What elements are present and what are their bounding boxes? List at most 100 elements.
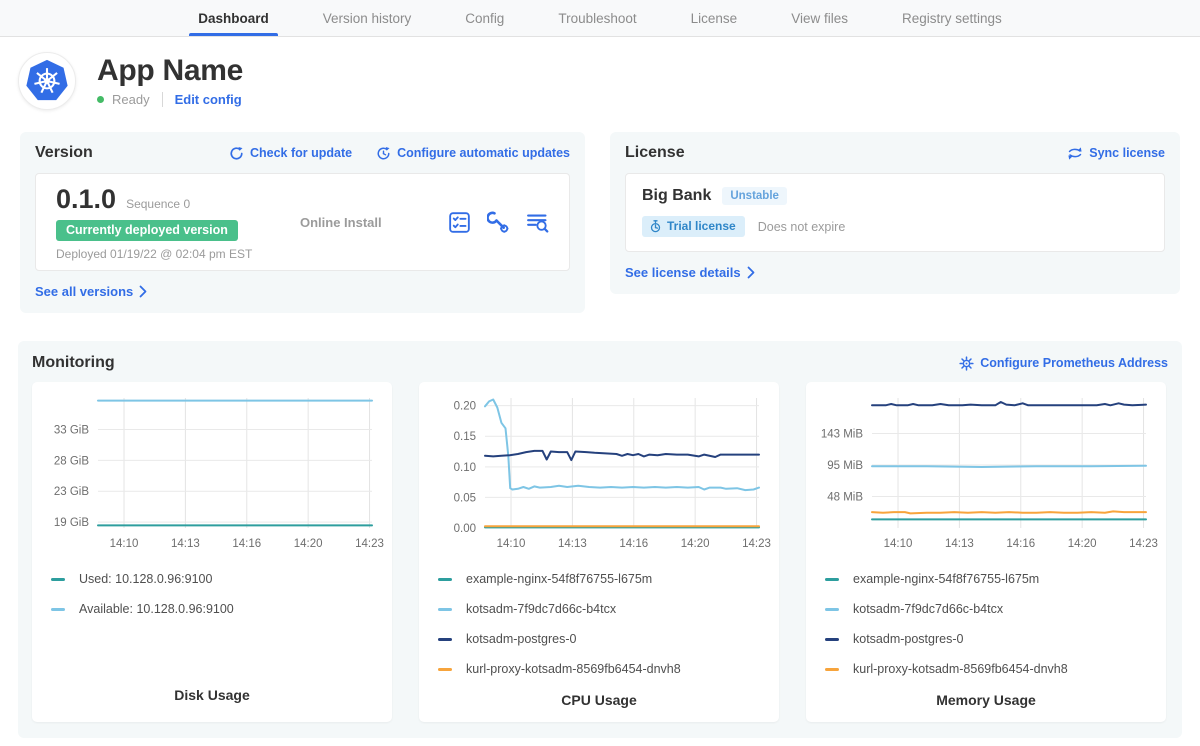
tab-license[interactable]: License bbox=[664, 0, 765, 36]
current-version-card: 0.1.0 Sequence 0 Currently deployed vers… bbox=[35, 173, 570, 271]
chart-legend: Used: 10.128.0.96:9100 Available: 10.128.… bbox=[32, 564, 392, 687]
legend-item: Used: 10.128.0.96:9100 bbox=[51, 572, 382, 586]
top-nav: DashboardVersion historyConfigTroublesho… bbox=[0, 0, 1200, 37]
see-all-versions-link[interactable]: See all versions bbox=[35, 284, 147, 299]
deployed-timestamp: Deployed 01/19/22 @ 02:04 pm EST bbox=[56, 247, 286, 261]
legend-item: kurl-proxy-kotsadm-8569fb6454-dnvh8 bbox=[825, 662, 1156, 676]
chart-title: Disk Usage bbox=[32, 687, 392, 722]
svg-text:14:16: 14:16 bbox=[1006, 538, 1035, 550]
svg-text:14:20: 14:20 bbox=[294, 538, 323, 550]
memory-usage-plot: 48 MiB95 MiB143 MiB14:1014:1314:1614:201… bbox=[806, 394, 1166, 564]
svg-text:14:10: 14:10 bbox=[884, 538, 913, 550]
legend-label: Available: 10.128.0.96:9100 bbox=[79, 602, 234, 616]
svg-text:14:16: 14:16 bbox=[619, 538, 648, 550]
disk-usage-card: 19 GiB23 GiB28 GiB33 GiB14:1014:1314:161… bbox=[32, 382, 392, 722]
legend-label: kurl-proxy-kotsadm-8569fb6454-dnvh8 bbox=[466, 662, 681, 676]
svg-text:14:13: 14:13 bbox=[558, 538, 587, 550]
tab-troubleshoot[interactable]: Troubleshoot bbox=[531, 0, 663, 36]
see-license-details-link[interactable]: See license details bbox=[625, 265, 755, 280]
cpu-usage-plot: 0.000.050.100.150.2014:1014:1314:1614:20… bbox=[419, 394, 779, 564]
svg-text:19 GiB: 19 GiB bbox=[54, 517, 89, 529]
chart-title: Memory Usage bbox=[806, 692, 1166, 727]
version-panel-title: Version bbox=[35, 144, 93, 162]
svg-text:28 GiB: 28 GiB bbox=[54, 455, 89, 467]
monitoring-title: Monitoring bbox=[32, 354, 115, 372]
sync-arrows-icon bbox=[1067, 146, 1083, 161]
status-text: Ready bbox=[112, 92, 150, 107]
svg-text:14:23: 14:23 bbox=[1129, 538, 1158, 550]
edit-config-wrench-icon[interactable] bbox=[487, 211, 510, 234]
legend-dash-icon bbox=[438, 608, 452, 611]
svg-text:23 GiB: 23 GiB bbox=[54, 486, 89, 498]
charts-row: 19 GiB23 GiB28 GiB33 GiB14:1014:1314:161… bbox=[32, 382, 1168, 722]
preflight-checks-icon[interactable] bbox=[448, 211, 471, 234]
channel-badge: Unstable bbox=[722, 187, 787, 205]
version-panel: Version Check for update Configure autom… bbox=[20, 132, 585, 313]
tab-version-history[interactable]: Version history bbox=[296, 0, 439, 36]
legend-item: kurl-proxy-kotsadm-8569fb6454-dnvh8 bbox=[438, 662, 769, 676]
app-header: App Name Ready Edit config bbox=[0, 37, 1200, 116]
legend-dash-icon bbox=[51, 608, 65, 611]
chevron-right-icon bbox=[747, 266, 755, 279]
configure-automatic-updates-link[interactable]: Configure automatic updates bbox=[376, 146, 570, 161]
status-dot bbox=[97, 96, 104, 103]
app-icon bbox=[18, 52, 76, 110]
svg-text:14:23: 14:23 bbox=[742, 538, 771, 550]
chart-legend: example-nginx-54f8f76755-l675m kotsadm-7f… bbox=[806, 564, 1166, 692]
tab-config[interactable]: Config bbox=[438, 0, 531, 36]
legend-dash-icon bbox=[825, 668, 839, 671]
tab-dashboard[interactable]: Dashboard bbox=[171, 0, 296, 36]
check-for-update-link[interactable]: Check for update bbox=[229, 146, 352, 161]
legend-item: example-nginx-54f8f76755-l675m bbox=[825, 572, 1156, 586]
tab-registry-settings[interactable]: Registry settings bbox=[875, 0, 1029, 36]
chevron-right-icon bbox=[139, 285, 147, 298]
legend-item: example-nginx-54f8f76755-l675m bbox=[438, 572, 769, 586]
legend-label: kotsadm-postgres-0 bbox=[466, 632, 576, 646]
svg-text:14:16: 14:16 bbox=[232, 538, 261, 550]
disk-usage-plot: 19 GiB23 GiB28 GiB33 GiB14:1014:1314:161… bbox=[32, 394, 392, 564]
version-sequence: Sequence 0 bbox=[126, 197, 190, 211]
svg-text:14:20: 14:20 bbox=[681, 538, 710, 550]
svg-text:0.15: 0.15 bbox=[454, 431, 476, 443]
legend-item: kotsadm-7f9dc7d66c-b4tcx bbox=[438, 602, 769, 616]
legend-dash-icon bbox=[825, 578, 839, 581]
legend-item: kotsadm-7f9dc7d66c-b4tcx bbox=[825, 602, 1156, 616]
svg-text:0.20: 0.20 bbox=[454, 401, 476, 413]
license-expiry: Does not expire bbox=[758, 220, 846, 234]
svg-text:14:10: 14:10 bbox=[110, 538, 139, 550]
license-panel: License Sync license Big Bank Unstable T… bbox=[610, 132, 1180, 294]
divider bbox=[162, 92, 163, 107]
legend-label: example-nginx-54f8f76755-l675m bbox=[853, 572, 1039, 586]
cpu-usage-card: 0.000.050.100.150.2014:1014:1314:1614:20… bbox=[419, 382, 779, 722]
view-diff-icon[interactable] bbox=[526, 211, 549, 234]
legend-item: kotsadm-postgres-0 bbox=[438, 632, 769, 646]
memory-usage-card: 48 MiB95 MiB143 MiB14:1014:1314:1614:201… bbox=[806, 382, 1166, 722]
legend-label: kotsadm-postgres-0 bbox=[853, 632, 963, 646]
license-panel-title: License bbox=[625, 144, 685, 162]
svg-text:14:20: 14:20 bbox=[1068, 538, 1097, 550]
stopwatch-icon bbox=[649, 220, 662, 233]
svg-text:14:13: 14:13 bbox=[945, 538, 974, 550]
legend-label: kotsadm-7f9dc7d66c-b4tcx bbox=[466, 602, 616, 616]
svg-text:143 MiB: 143 MiB bbox=[821, 428, 864, 440]
configure-prometheus-link[interactable]: Configure Prometheus Address bbox=[959, 356, 1168, 371]
page-title: App Name bbox=[97, 55, 243, 87]
legend-dash-icon bbox=[51, 578, 65, 581]
version-number: 0.1.0 bbox=[56, 184, 116, 215]
svg-text:0.10: 0.10 bbox=[454, 462, 476, 474]
legend-item: Available: 10.128.0.96:9100 bbox=[51, 602, 382, 616]
tab-view-files[interactable]: View files bbox=[764, 0, 875, 36]
sync-license-link[interactable]: Sync license bbox=[1067, 146, 1165, 161]
svg-text:0.05: 0.05 bbox=[454, 492, 476, 504]
legend-dash-icon bbox=[438, 638, 452, 641]
legend-label: example-nginx-54f8f76755-l675m bbox=[466, 572, 652, 586]
monitoring-panel: Monitoring Configure Prometheus Address … bbox=[18, 341, 1182, 738]
legend-label: kotsadm-7f9dc7d66c-b4tcx bbox=[853, 602, 1003, 616]
legend-label: Used: 10.128.0.96:9100 bbox=[79, 572, 212, 586]
legend-item: kotsadm-postgres-0 bbox=[825, 632, 1156, 646]
svg-text:14:10: 14:10 bbox=[497, 538, 526, 550]
license-customer-name: Big Bank bbox=[642, 187, 711, 205]
refresh-icon bbox=[229, 146, 244, 161]
edit-config-link[interactable]: Edit config bbox=[175, 92, 242, 107]
svg-text:95 MiB: 95 MiB bbox=[827, 460, 863, 472]
